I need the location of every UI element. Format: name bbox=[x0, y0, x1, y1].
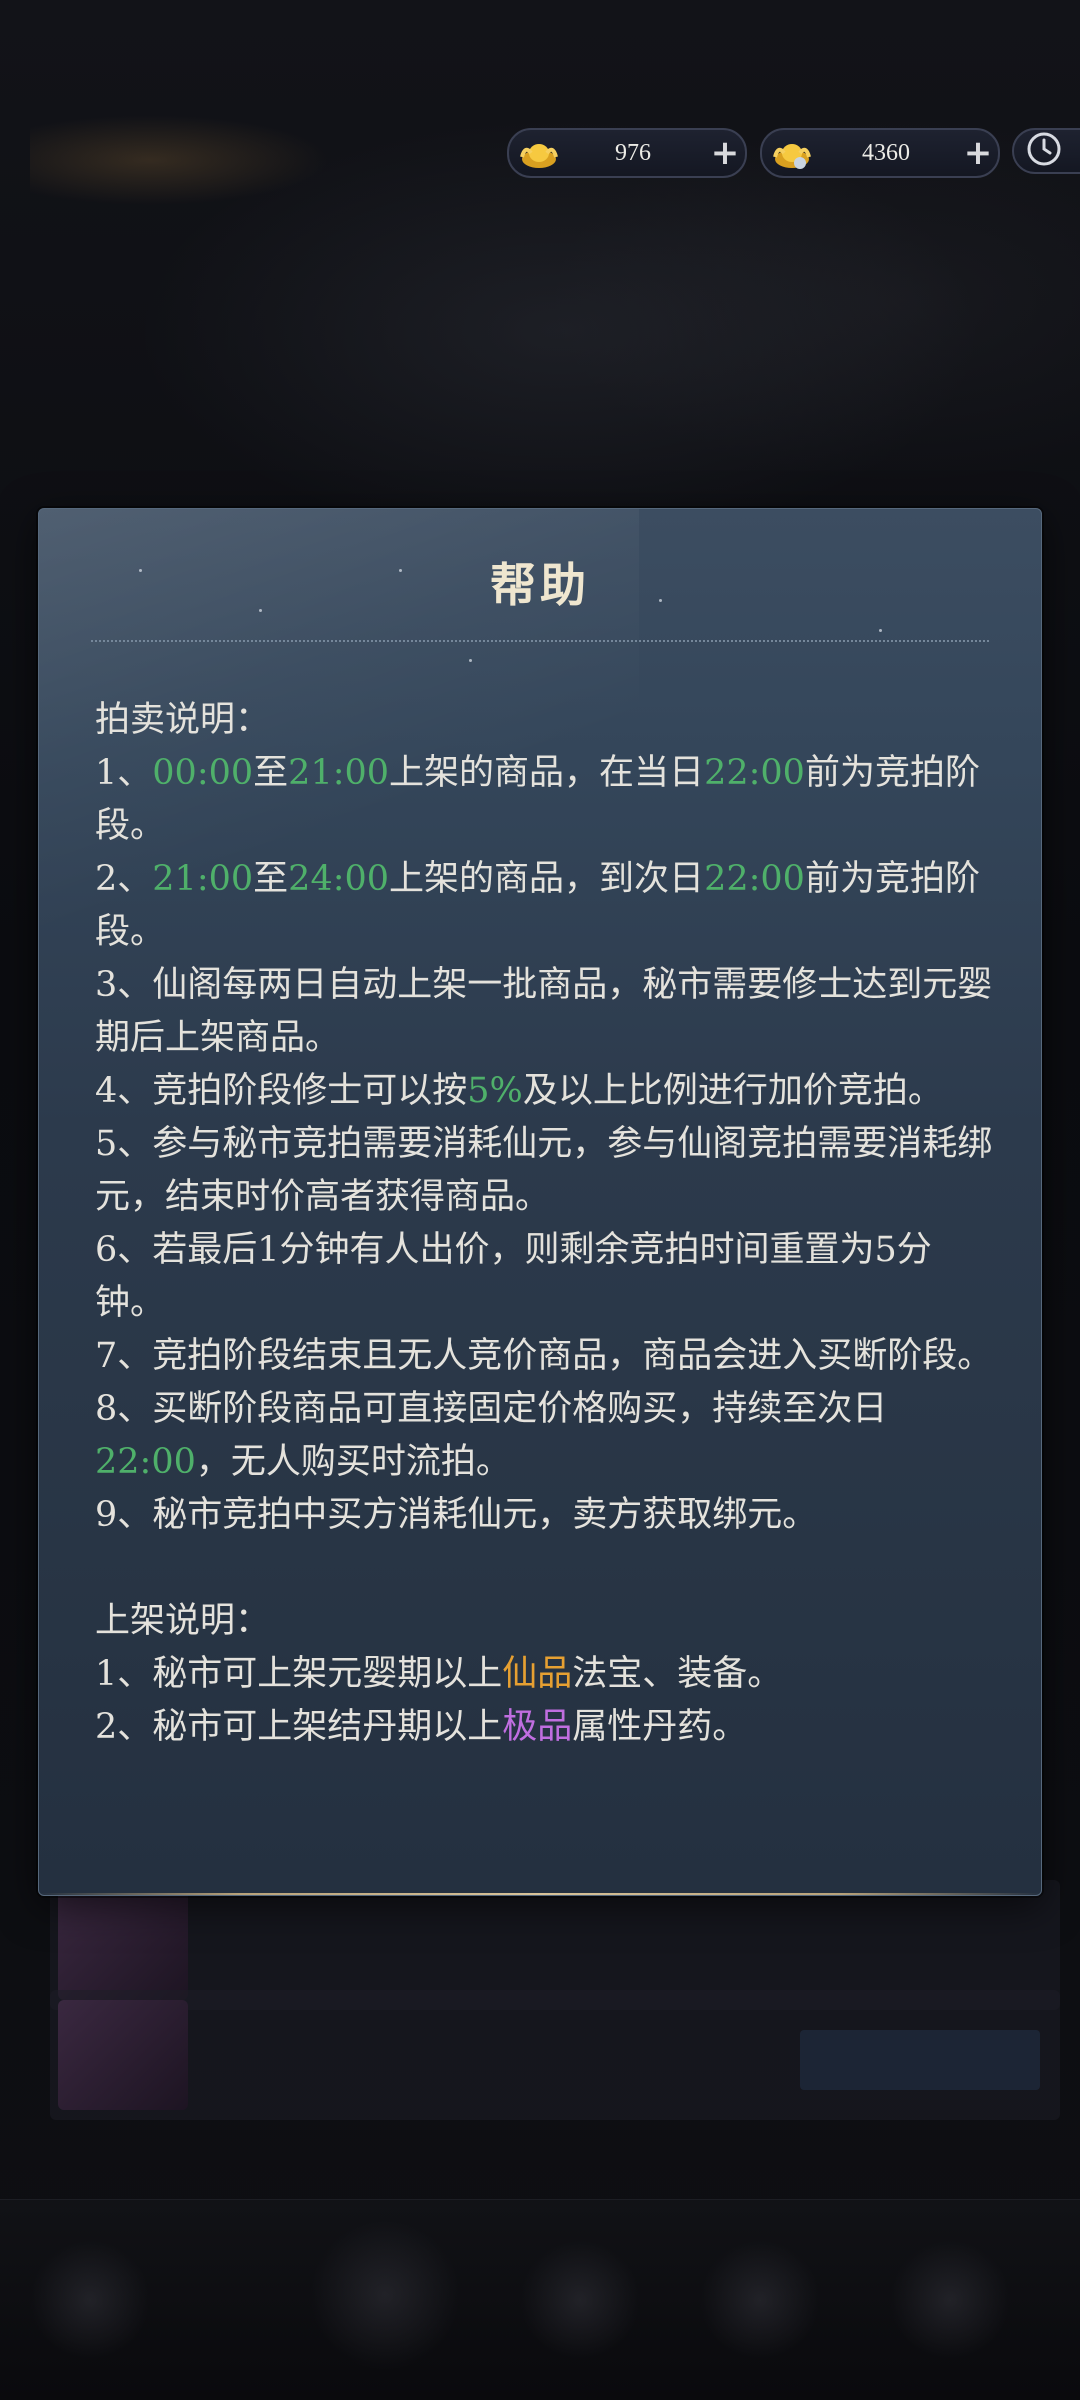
auction-rule-8: 8、买断阶段商品可直接固定价格购买，持续至次日22:00，无人购买时流拍。 bbox=[95, 1389, 888, 1482]
nav-slot bbox=[310, 2220, 460, 2370]
auction-rule-3: 3、仙阁每两日自动上架一批商品，秘市需要修士达到元婴期后上架商品。 bbox=[95, 965, 993, 1058]
bound-gold-amount: 4360 bbox=[862, 139, 910, 166]
auction-rule-5: 5、参与秘市竞拍需要消耗仙元，参与仙阁竞拍需要消耗绑元，结束时价高者获得商品。 bbox=[95, 1124, 993, 1217]
listing-rule-1: 1、秘市可上架元婴期以上仙品法宝、装备。 bbox=[95, 1654, 783, 1694]
auction-rule-9: 9、秘市竞拍中买方消耗仙元，卖方获取绑元。 bbox=[95, 1495, 818, 1535]
help-content: 拍卖说明： 1、00:00至21:00上架的商品，在当日22:00前为竞拍阶段。… bbox=[95, 694, 1001, 1754]
listing-rule-2: 2、秘市可上架结丹期以上极品属性丹药。 bbox=[95, 1707, 748, 1747]
gold-ingot-icon bbox=[517, 133, 561, 173]
clock-button[interactable] bbox=[1012, 128, 1080, 174]
currency-gold: 976 + bbox=[507, 128, 747, 178]
background-title-decoration bbox=[30, 115, 330, 205]
nav-slot bbox=[890, 2240, 1010, 2360]
listing-heading: 上架说明： bbox=[95, 1601, 271, 1641]
nav-slot bbox=[520, 2240, 640, 2360]
help-dialog: 帮助 拍卖说明： 1、00:00至21:00上架的商品，在当日22:00前为竞拍… bbox=[38, 508, 1042, 1896]
bottom-nav bbox=[0, 2199, 1080, 2400]
background-list-row bbox=[50, 1990, 1060, 2120]
auction-rule-1: 1、00:00至21:00上架的商品，在当日22:00前为竞拍阶段。 bbox=[95, 753, 980, 846]
nav-slot bbox=[700, 2240, 820, 2360]
item-thumbnail bbox=[58, 1890, 188, 2000]
add-gold-button[interactable]: + bbox=[705, 133, 745, 173]
clock-icon bbox=[1026, 131, 1062, 171]
dialog-bottom-border bbox=[39, 1893, 1041, 1895]
item-thumbnail bbox=[58, 2000, 188, 2110]
bound-gold-ingot-icon bbox=[770, 133, 814, 173]
gold-amount: 976 bbox=[615, 139, 651, 166]
add-bound-gold-button[interactable]: + bbox=[958, 133, 998, 173]
title-divider bbox=[91, 640, 989, 642]
currency-bound-gold: 4360 + bbox=[760, 128, 1000, 178]
auction-rule-2: 2、21:00至24:00上架的商品，到次日22:00前为竞拍阶段。 bbox=[95, 859, 980, 952]
dialog-title: 帮助 bbox=[490, 558, 590, 612]
auction-rule-7: 7、竞拍阶段结束且无人竞价商品，商品会进入买断阶段。 bbox=[95, 1336, 993, 1376]
nav-slot bbox=[30, 2240, 150, 2360]
auction-rule-6: 6、若最后1分钟有人出价，则剩余竞拍时间重置为5分钟。 bbox=[95, 1230, 932, 1323]
auction-heading: 拍卖说明： bbox=[95, 700, 271, 740]
auction-rule-4: 4、竞拍阶段修士可以按5%及以上比例进行加价竞拍。 bbox=[95, 1071, 943, 1111]
background-action-button bbox=[800, 2030, 1040, 2090]
